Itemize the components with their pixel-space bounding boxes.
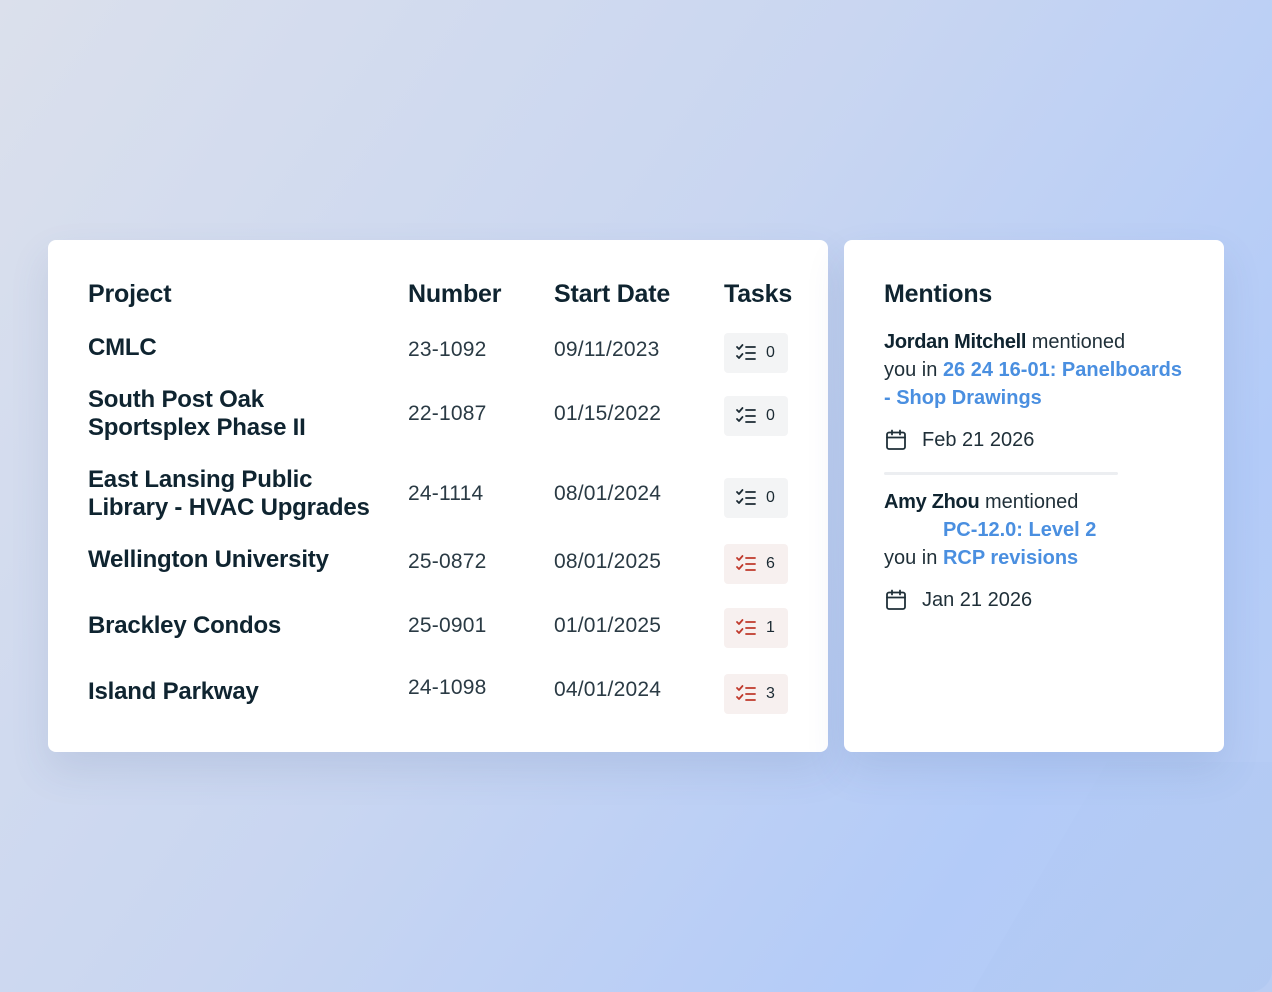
mention-text: Jordan Mitchell mentioned you in 26 24 1… [884,328,1194,412]
mention-prefix: you in [884,547,938,569]
task-checklist-icon [735,617,757,639]
mention-item[interactable]: Jordan Mitchell mentioned you in 26 24 1… [884,328,1194,452]
mention-item[interactable]: Amy Zhou mentioned you in PC-12.0: Level… [884,488,1194,612]
mention-user: Jordan Mitchell [884,331,1027,353]
project-start-date: 01/01/2025 [554,614,662,637]
task-count-badge[interactable]: 0 [724,478,788,518]
project-start-date: 04/01/2024 [554,678,662,701]
project-name[interactable]: Island Parkway [88,678,388,706]
task-checklist-icon [735,553,757,575]
background-decoration [972,762,1272,992]
project-name[interactable]: East Lansing Public Library - HVAC Upgra… [88,466,398,522]
mention-date-row: Jan 21 2026 [884,588,1194,612]
task-checklist-icon [735,683,757,705]
mentions-title: Mentions [884,280,993,308]
task-count-badge[interactable]: 0 [724,396,788,436]
task-checklist-icon [735,405,757,427]
task-count: 3 [766,685,775,702]
table-row[interactable]: East Lansing Public Library - HVAC Upgra… [88,464,788,522]
column-header-tasks: Tasks [724,280,793,308]
mention-date-row: Feb 21 2026 [884,428,1194,452]
table-row[interactable]: CMLC 23-1092 09/11/2023 0 [88,332,788,373]
table-row[interactable]: Brackley Condos 25-0901 01/01/2025 1 [88,608,788,650]
project-number: 25-0872 [408,550,487,573]
project-number: 23-1092 [408,338,487,361]
project-number: 24-1114 [408,482,484,505]
project-name[interactable]: Wellington University [88,546,388,574]
project-number: 22-1087 [408,402,487,425]
task-count: 6 [766,555,775,572]
project-start-date: 01/15/2022 [554,402,662,425]
mention-verb: mentioned [1031,331,1126,353]
project-start-date: 09/11/2023 [554,338,660,361]
task-count: 0 [766,489,775,506]
mention-user: Amy Zhou [884,491,980,513]
table-row[interactable]: Island Parkway 24-1098 04/01/2024 3 [88,674,788,716]
mention-text: Amy Zhou mentioned you in PC-12.0: Level… [884,488,1194,572]
table-row[interactable]: Wellington University 25-0872 08/01/2025… [88,544,788,584]
mentions-card: Mentions Jordan Mitchell mentioned you i… [844,240,1224,752]
task-count-badge[interactable]: 6 [724,544,788,584]
calendar-icon [884,428,908,452]
task-checklist-icon [735,342,757,364]
project-number: 25-0901 [408,614,487,637]
task-checklist-icon [735,487,757,509]
mention-verb: mentioned [984,491,1079,513]
calendar-icon [884,588,908,612]
column-header-project: Project [88,280,172,308]
mention-date: Jan 21 2026 [922,588,1033,611]
task-count-badge[interactable]: 0 [724,333,788,373]
task-count-badge[interactable]: 3 [724,674,788,714]
project-start-date: 08/01/2024 [554,482,662,505]
projects-card: Project Number Start Date Tasks CMLC 23-… [48,240,828,752]
task-count: 0 [766,344,775,361]
project-name[interactable]: CMLC [88,334,388,362]
project-name[interactable]: South Post Oak Sportsplex Phase II [88,386,388,442]
mention-divider [884,472,1118,475]
mention-date: Feb 21 2026 [922,428,1035,451]
mention-prefix: you in [884,359,938,381]
mention-link[interactable]: PC-12.0: Level 2 RCP revisions [943,516,1123,572]
column-header-start-date: Start Date [554,280,671,308]
background-canvas: Project Number Start Date Tasks CMLC 23-… [0,0,1272,992]
table-row[interactable]: South Post Oak Sportsplex Phase II 22-10… [88,384,788,442]
project-name[interactable]: Brackley Condos [88,612,388,640]
project-start-date: 08/01/2025 [554,550,662,573]
column-header-number: Number [408,280,502,308]
task-count-badge[interactable]: 1 [724,608,788,648]
project-number: 24-1098 [408,676,487,699]
task-count: 0 [766,407,775,424]
task-count: 1 [766,619,775,636]
